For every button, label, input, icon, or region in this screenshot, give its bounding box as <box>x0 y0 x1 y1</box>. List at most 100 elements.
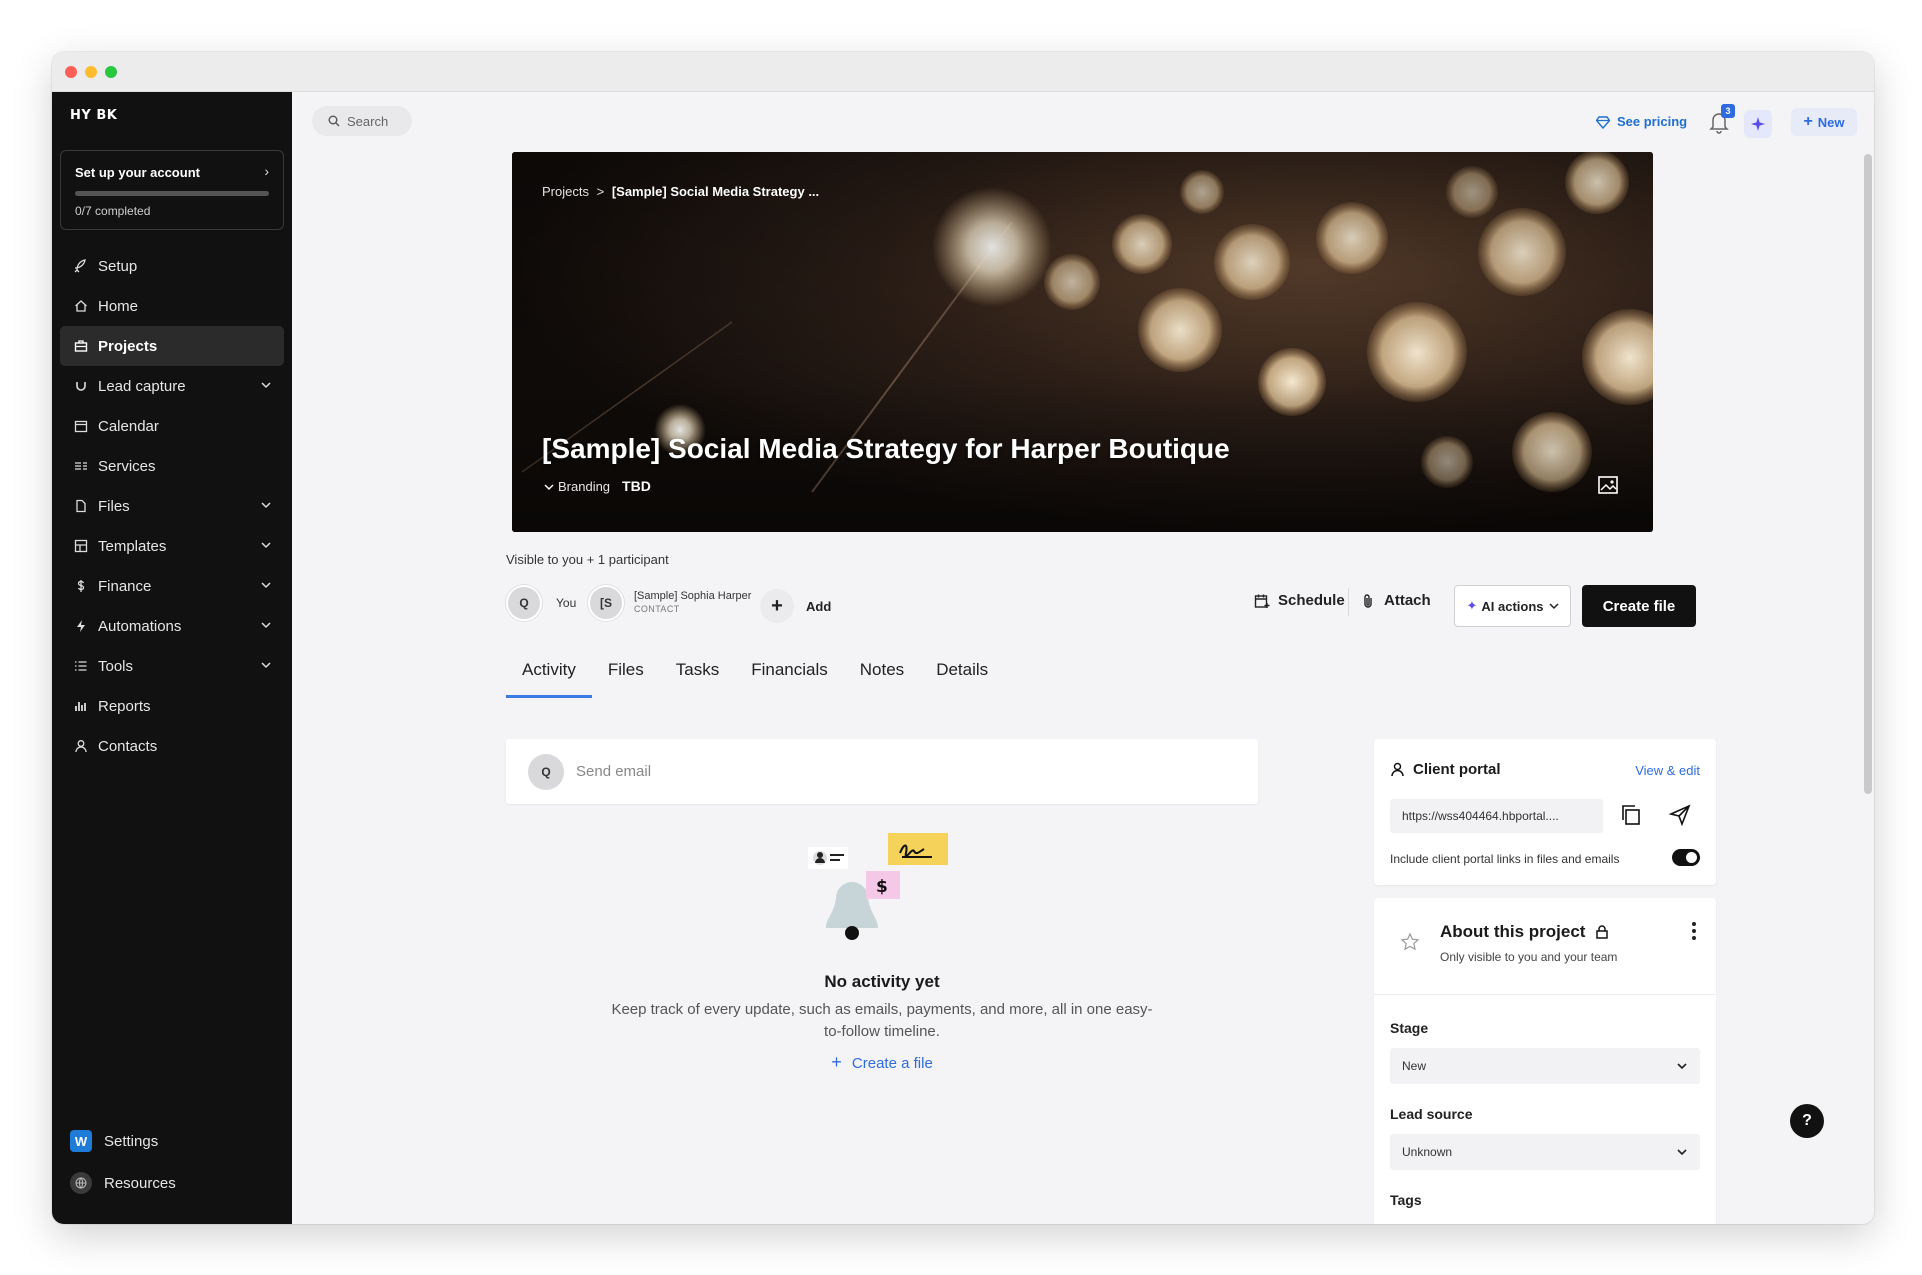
sidebar-item-services[interactable]: Services <box>60 446 284 486</box>
include-links-toggle[interactable] <box>1672 849 1700 866</box>
scrollbar[interactable] <box>1864 154 1872 794</box>
chevron-down-icon <box>1677 1149 1687 1156</box>
tab-details[interactable]: Details <box>920 652 1004 698</box>
minimize-window-button[interactable] <box>85 66 97 78</box>
plus-icon: + <box>760 589 794 623</box>
sidebar-item-projects[interactable]: Projects <box>60 326 284 366</box>
participant-contact[interactable]: [S [Sample] Sophia Harper CONTACT <box>588 585 751 621</box>
sidebar: HY BK Set up your account › 0/7 complete… <box>52 92 292 1224</box>
send-icon[interactable] <box>1668 803 1692 827</box>
project-date[interactable]: TBD <box>622 478 651 494</box>
rocket-icon <box>74 259 88 273</box>
portal-url-field[interactable]: https://wss404464.hbportal.... <box>1390 799 1603 833</box>
sidebar-item-automations[interactable]: Automations <box>60 606 284 646</box>
see-pricing-link[interactable]: See pricing <box>1596 114 1687 129</box>
workspace-badge: W <box>70 1130 92 1152</box>
sidebar-item-label: Lead capture <box>98 377 186 395</box>
calendar-plus-icon <box>1254 594 1270 608</box>
close-window-button[interactable] <box>65 66 77 78</box>
project-cover: Projects > [Sample] Social Media Strateg… <box>512 152 1653 532</box>
more-options-icon[interactable] <box>1692 922 1696 940</box>
participant-you[interactable]: Q You <box>506 585 576 621</box>
schedule-button[interactable]: Schedule <box>1254 592 1345 609</box>
sidebar-item-calendar[interactable]: Calendar <box>60 406 284 446</box>
notifications-button[interactable]: 3 <box>1708 104 1735 134</box>
divider <box>1348 588 1349 616</box>
star-icon[interactable] <box>1400 932 1420 952</box>
change-cover-image-icon[interactable] <box>1597 474 1619 496</box>
about-title-text: About this project <box>1440 922 1586 941</box>
sidebar-item-home[interactable]: Home <box>60 286 284 326</box>
help-button[interactable]: ? <box>1790 1104 1824 1138</box>
project-meta: Branding TBD <box>544 478 651 494</box>
tab-tasks[interactable]: Tasks <box>660 652 735 698</box>
sidebar-item-finance[interactable]: Finance <box>60 566 284 606</box>
lead-source-label: Lead source <box>1390 1106 1473 1122</box>
tab-activity[interactable]: Activity <box>506 652 592 698</box>
chevron-down-icon[interactable] <box>260 659 272 671</box>
sidebar-item-templates[interactable]: Templates <box>60 526 284 566</box>
setup-account-card[interactable]: Set up your account › 0/7 completed <box>60 150 284 230</box>
chevron-right-icon: › <box>264 163 269 179</box>
sparkle-icon <box>1751 117 1765 131</box>
setup-progress-text: 0/7 completed <box>75 204 151 218</box>
tab-files[interactable]: Files <box>592 652 660 698</box>
setup-progress-bar <box>75 191 269 196</box>
sidebar-item-files[interactable]: Files <box>60 486 284 526</box>
plus-icon: + <box>1803 113 1813 130</box>
chevron-down-icon <box>1548 603 1559 610</box>
svg-text:$: $ <box>876 877 888 897</box>
chevron-down-icon[interactable] <box>260 619 272 631</box>
add-participant-button[interactable]: + Add <box>760 589 831 623</box>
new-button[interactable]: + New <box>1791 108 1857 136</box>
attach-button[interactable]: Attach <box>1360 592 1431 609</box>
breadcrumb-projects-link[interactable]: Projects <box>542 184 589 199</box>
about-project-card: About this project Only visible to you a… <box>1374 898 1716 1224</box>
about-title: About this project <box>1440 922 1609 942</box>
sidebar-item-setup[interactable]: Setup <box>60 246 284 286</box>
globe-icon <box>70 1172 92 1194</box>
project-type[interactable]: Branding <box>558 479 610 494</box>
sidebar-item-lead-capture[interactable]: Lead capture <box>60 366 284 406</box>
create-file-label: Create file <box>1602 597 1676 615</box>
sidebar-item-settings[interactable]: W Settings <box>60 1120 284 1162</box>
view-edit-link[interactable]: View & edit <box>1635 763 1700 778</box>
ai-assistant-button[interactable] <box>1744 110 1772 138</box>
send-email-box[interactable]: Q Send email <box>506 739 1258 804</box>
person-icon <box>74 739 88 753</box>
sparkle-icon: ✦ <box>1466 598 1478 613</box>
lead-source-select[interactable]: Unknown <box>1390 1134 1700 1170</box>
maximize-window-button[interactable] <box>105 66 117 78</box>
ai-actions-label: AI actions <box>1481 598 1544 614</box>
chevron-down-icon[interactable] <box>260 579 272 591</box>
sidebar-nav: Setup Home Projects Lead capture Calendar Ser… <box>60 246 284 766</box>
diamond-icon <box>1596 115 1610 129</box>
sidebar-item-tools[interactable]: Tools <box>60 646 284 686</box>
top-bar: Search See pricing 3 + New <box>292 92 1874 152</box>
sidebar-item-label: Projects <box>98 337 158 355</box>
sidebar-item-label: Setup <box>98 257 138 275</box>
home-icon <box>74 299 88 313</box>
sidebar-item-contacts[interactable]: Contacts <box>60 726 284 766</box>
chevron-down-icon[interactable] <box>544 479 554 494</box>
project-title[interactable]: [Sample] Social Media Strategy for Harpe… <box>542 433 1230 465</box>
copy-icon[interactable] <box>1620 803 1642 827</box>
stage-select[interactable]: New <box>1390 1048 1700 1084</box>
search-input[interactable]: Search <box>312 106 412 136</box>
sidebar-item-reports[interactable]: Reports <box>60 686 284 726</box>
lead-source-value: Unknown <box>1402 1145 1453 1159</box>
ai-actions-dropdown[interactable]: ✦ AI actions <box>1454 585 1571 627</box>
chevron-down-icon[interactable] <box>260 379 272 391</box>
create-file-button[interactable]: Create file <box>1582 585 1696 627</box>
chevron-down-icon[interactable] <box>260 539 272 551</box>
sidebar-item-label: Tools <box>98 657 134 675</box>
create-a-file-link[interactable]: + Create a file <box>506 1052 1258 1073</box>
attach-label: Attach <box>1384 592 1431 609</box>
avatar: [S <box>588 585 624 621</box>
chevron-down-icon[interactable] <box>260 499 272 511</box>
logo[interactable]: HY BK <box>70 109 117 122</box>
tab-financials[interactable]: Financials <box>735 652 844 698</box>
calendar-icon <box>74 419 88 433</box>
sidebar-item-resources[interactable]: Resources <box>60 1162 284 1204</box>
tab-notes[interactable]: Notes <box>844 652 920 698</box>
